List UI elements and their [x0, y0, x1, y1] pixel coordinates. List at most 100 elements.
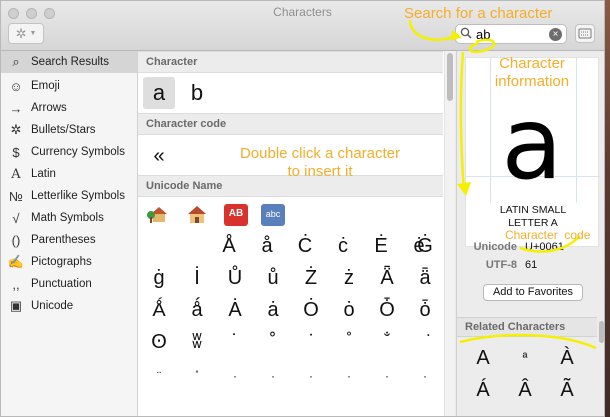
sidebar-item-bullets-stars[interactable]: ✲ Bullets/Stars: [1, 119, 138, 141]
grid-char[interactable]: Ǻ: [140, 295, 178, 325]
grid-char[interactable]: Ċ: [286, 231, 324, 261]
magnifier-icon: ⌕: [12, 54, 20, 69]
sidebar-item-math-symbols[interactable]: √ Math Symbols: [1, 207, 138, 229]
add-to-favorites-button[interactable]: Add to Favorites: [483, 284, 583, 301]
grid-char[interactable]: ġ: [140, 263, 178, 293]
sidebar-item-punctuation[interactable]: ,, Punctuation: [1, 273, 138, 295]
grid-char[interactable]: Ȧ: [216, 295, 254, 325]
grid-char[interactable]: ̈: [140, 361, 178, 391]
sidebar-item-label: Unicode: [31, 300, 74, 312]
sidebar-item-search-results[interactable]: ⌕ Search Results: [1, 51, 138, 73]
grid-char[interactable]: İ: [178, 263, 216, 293]
arrow-icon: →: [9, 100, 23, 116]
grid-char[interactable]: ̊: [330, 327, 368, 357]
utf8-label: UTF-8: [485, 259, 517, 271]
sidebar-item-label: Arrows: [31, 102, 67, 114]
character-result-b[interactable]: b: [181, 77, 213, 109]
grid-char[interactable]: ̐: [368, 327, 406, 357]
results-scrollbar[interactable]: [444, 51, 455, 416]
related-char[interactable]: Â: [505, 375, 545, 405]
grid-char[interactable]: ˙: [216, 327, 254, 357]
grid-char[interactable]: ·: [292, 361, 330, 391]
grid-char[interactable]: ̊: [178, 361, 216, 391]
section-header-character-code: Character code: [138, 113, 443, 135]
grid-char[interactable]: Ġ: [406, 231, 444, 261]
grid-char[interactable]: ǟ: [406, 263, 444, 293]
related-char[interactable]: À: [547, 343, 587, 373]
sidebar-item-label: Math Symbols: [31, 212, 104, 224]
character-result-a[interactable]: a: [143, 77, 175, 109]
annotation-word: Character: [505, 228, 558, 242]
house-with-garden-icon[interactable]: [147, 203, 171, 225]
grid-char[interactable]: ů: [254, 263, 292, 293]
scrollbar-thumb[interactable]: [599, 321, 604, 343]
annotation-character-info: Character information: [484, 55, 580, 91]
sidebar-item-pictographs[interactable]: ✍ Pictographs: [1, 251, 138, 273]
star-icon: ✲: [10, 122, 22, 137]
grid-char[interactable]: ʘ: [140, 327, 178, 357]
sidebar-item-label: Currency Symbols: [31, 146, 125, 158]
related-scrollbar[interactable]: [598, 317, 604, 416]
latin-a-icon: A: [11, 166, 21, 182]
numero-icon: №: [9, 188, 23, 204]
action-menu-button[interactable]: ✲ ▼: [8, 23, 44, 44]
sidebar-item-label: Letterlike Symbols: [31, 190, 125, 202]
ab-button-emoji[interactable]: AB: [224, 204, 248, 226]
sidebar-item-parentheses[interactable]: () Parentheses: [1, 229, 138, 251]
sidebar-item-letterlike-symbols[interactable]: № Letterlike Symbols: [1, 185, 138, 207]
sidebar-item-latin[interactable]: A Latin: [1, 163, 138, 185]
grid-char[interactable]: ·: [330, 361, 368, 391]
related-char[interactable]: Ã: [547, 375, 587, 405]
grid-char[interactable]: Ż: [292, 263, 330, 293]
grid-char[interactable]: ·: [216, 361, 254, 391]
annotation-line: to insert it: [287, 163, 353, 180]
grid-char[interactable]: å: [248, 231, 286, 261]
results-pane: Character a b Character code « Unicode N…: [138, 51, 455, 416]
sidebar-item-emoji[interactable]: ☺ Emoji: [1, 75, 138, 97]
related-char[interactable]: Á: [463, 375, 503, 405]
grid-char[interactable]: ·: [254, 361, 292, 391]
search-input[interactable]: [476, 26, 546, 42]
scrollbar-thumb[interactable]: [447, 53, 453, 101]
house-icon[interactable]: [185, 203, 209, 225]
grid-char[interactable]: ȱ: [406, 295, 444, 325]
search-field[interactable]: ×: [455, 24, 567, 44]
keyboard-viewer-button[interactable]: [575, 24, 595, 43]
sidebar-item-unicode[interactable]: ▣ Unicode: [1, 295, 138, 317]
code-result-guillemet[interactable]: «: [143, 140, 175, 172]
annotation-double-click: Double click a character to insert it: [214, 145, 426, 181]
grid-char[interactable]: ·: [368, 361, 406, 391]
grid-char[interactable]: ʬ: [178, 327, 216, 357]
sidebar-item-label: Search Results: [31, 56, 109, 68]
sidebar-item-currency-symbols[interactable]: $ Currency Symbols: [1, 141, 138, 163]
grid-char[interactable]: ȯ: [330, 295, 368, 325]
keyboard-icon: [578, 28, 592, 39]
sidebar-item-label: Latin: [31, 168, 56, 180]
grid-char[interactable]: Ů: [216, 263, 254, 293]
grid-char[interactable]: ̇: [292, 327, 330, 357]
grid-char[interactable]: Å: [210, 231, 248, 261]
sidebar-item-label: Emoji: [31, 80, 60, 92]
annotation-line: Double click a character: [239, 145, 401, 162]
grid-char[interactable]: ǻ: [178, 295, 216, 325]
related-char[interactable]: A: [463, 343, 503, 373]
clear-search-icon[interactable]: ×: [549, 28, 562, 41]
related-char[interactable]: ª: [505, 343, 545, 373]
utf8-value: 61: [525, 259, 538, 271]
grid-char[interactable]: ͘: [406, 327, 444, 357]
annotation-line: Character: [499, 55, 565, 72]
grid-char[interactable]: ż: [330, 263, 368, 293]
grid-char[interactable]: ċ: [324, 231, 362, 261]
abc-input-emoji[interactable]: abc: [261, 204, 285, 226]
grid-char[interactable]: Ȱ: [368, 295, 406, 325]
grid-char[interactable]: Ǟ: [368, 263, 406, 293]
grid-char[interactable]: ·: [406, 361, 444, 391]
parentheses-icon: (): [11, 232, 21, 248]
character-name-line: LATIN SMALL: [499, 204, 567, 216]
sidebar-item-arrows[interactable]: → Arrows: [1, 97, 138, 119]
grid-char[interactable]: Ȯ: [292, 295, 330, 325]
grid-char[interactable]: ˚: [254, 327, 292, 357]
annotation-search: Search for a character: [404, 5, 553, 22]
sidebar-item-label: Bullets/Stars: [31, 124, 96, 136]
grid-char[interactable]: ȧ: [254, 295, 292, 325]
